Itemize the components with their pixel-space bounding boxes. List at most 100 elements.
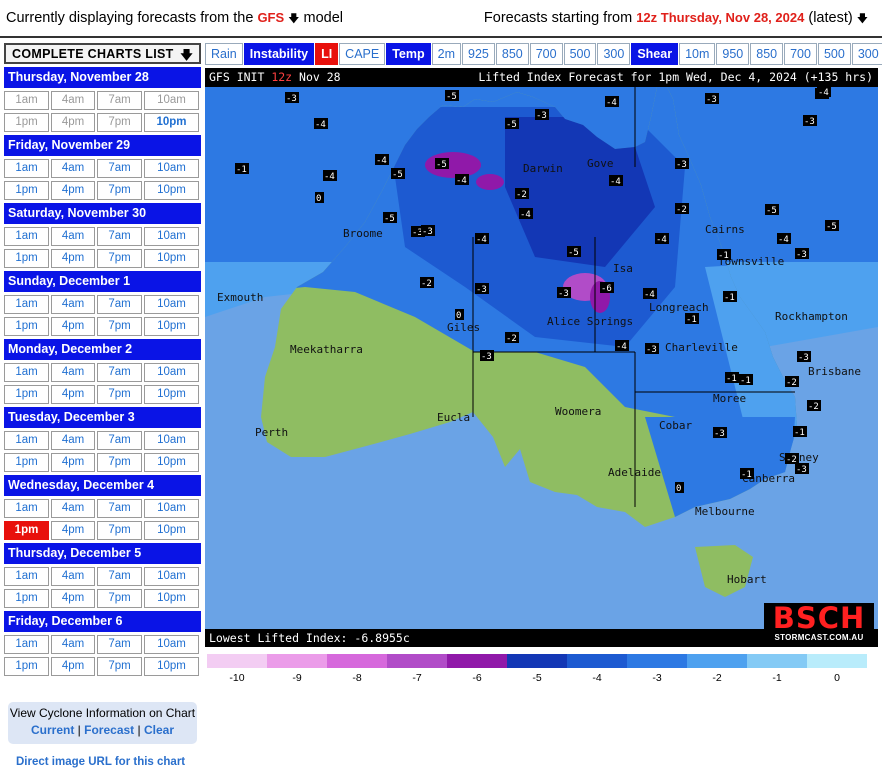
tab-rain[interactable]: Rain: [205, 43, 243, 65]
time-button-7am[interactable]: 7am: [97, 363, 142, 382]
time-button-4am[interactable]: 4am: [51, 499, 95, 518]
time-button-1am[interactable]: 1am: [4, 363, 49, 382]
time-button-10am[interactable]: 10am: [144, 635, 199, 654]
time-button-7am[interactable]: 7am: [97, 295, 142, 314]
time-button-7pm[interactable]: 7pm: [97, 181, 142, 200]
tab-850[interactable]: 850: [495, 43, 529, 65]
time-button-4am[interactable]: 4am: [51, 567, 95, 586]
time-button-7am[interactable]: 7am: [97, 227, 142, 246]
time-button-10pm[interactable]: 10pm: [144, 249, 199, 268]
time-button-4pm[interactable]: 4pm: [51, 113, 95, 132]
time-button-10am[interactable]: 10am: [144, 159, 199, 178]
time-button-7pm[interactable]: 7pm: [97, 385, 142, 404]
time-button-1am[interactable]: 1am: [4, 499, 49, 518]
li-value-label: -3: [796, 250, 807, 260]
time-button-4am[interactable]: 4am: [51, 363, 95, 382]
time-button-4am[interactable]: 4am: [51, 227, 95, 246]
time-button-10am[interactable]: 10am: [144, 363, 199, 382]
model-selector[interactable]: GFS: [257, 10, 284, 25]
time-button-7am[interactable]: 7am: [97, 91, 142, 110]
time-button-7am[interactable]: 7am: [97, 635, 142, 654]
time-button-10am[interactable]: 10am: [144, 431, 199, 450]
tab-500[interactable]: 500: [817, 43, 851, 65]
direct-image-url-link[interactable]: Direct image URL for this chart: [16, 756, 185, 768]
complete-charts-list-button[interactable]: COMPLETE CHARTS LIST 🡇: [4, 43, 201, 64]
time-button-10am[interactable]: 10am: [144, 91, 199, 110]
tab-700[interactable]: 700: [784, 43, 817, 65]
tab-cape[interactable]: CAPE: [339, 43, 386, 65]
time-button-1am[interactable]: 1am: [4, 635, 49, 654]
time-button-7am[interactable]: 7am: [97, 499, 142, 518]
time-button-4pm[interactable]: 4pm: [51, 657, 95, 676]
time-button-10am[interactable]: 10am: [144, 567, 199, 586]
time-button-10am[interactable]: 10am: [144, 227, 199, 246]
time-button-1pm[interactable]: 1pm: [4, 385, 49, 404]
time-button-10pm[interactable]: 10pm: [144, 521, 199, 540]
tab-temp[interactable]: Temp: [386, 43, 431, 65]
tab-500[interactable]: 500: [563, 43, 597, 65]
tab-925[interactable]: 925: [462, 43, 495, 65]
time-button-4pm[interactable]: 4pm: [51, 589, 95, 608]
time-button-1am[interactable]: 1am: [4, 567, 49, 586]
time-button-10pm[interactable]: 10pm: [144, 385, 199, 404]
tab-10m[interactable]: 10m: [679, 43, 716, 65]
tab-2m[interactable]: 2m: [431, 43, 462, 65]
cyclone-forecast-link[interactable]: Forecast: [84, 723, 134, 737]
time-button-4pm[interactable]: 4pm: [51, 453, 95, 472]
time-button-4pm[interactable]: 4pm: [51, 249, 95, 268]
time-button-4am[interactable]: 4am: [51, 159, 95, 178]
time-button-4pm[interactable]: 4pm: [51, 385, 95, 404]
time-button-1pm[interactable]: 1pm: [4, 657, 49, 676]
tab-shear[interactable]: Shear: [631, 43, 679, 65]
time-button-1pm[interactable]: 1pm: [4, 521, 49, 540]
time-button-7am[interactable]: 7am: [97, 431, 142, 450]
chevron-down-icon[interactable]: 🡇: [288, 10, 299, 29]
time-button-7pm[interactable]: 7pm: [97, 521, 142, 540]
tab-300[interactable]: 300: [851, 43, 882, 65]
time-button-10pm[interactable]: 10pm: [144, 657, 199, 676]
time-button-4am[interactable]: 4am: [51, 295, 95, 314]
time-button-7am[interactable]: 7am: [97, 567, 142, 586]
time-button-10am[interactable]: 10am: [144, 295, 199, 314]
time-button-7pm[interactable]: 7pm: [97, 249, 142, 268]
time-button-7pm[interactable]: 7pm: [97, 453, 142, 472]
time-button-4am[interactable]: 4am: [51, 431, 95, 450]
time-button-1am[interactable]: 1am: [4, 91, 49, 110]
time-button-1am[interactable]: 1am: [4, 227, 49, 246]
time-button-7am[interactable]: 7am: [97, 159, 142, 178]
time-button-1am[interactable]: 1am: [4, 431, 49, 450]
time-button-1pm[interactable]: 1pm: [4, 589, 49, 608]
time-button-1pm[interactable]: 1pm: [4, 249, 49, 268]
time-button-1am[interactable]: 1am: [4, 159, 49, 178]
time-button-10pm[interactable]: 10pm: [144, 317, 199, 336]
time-button-7pm[interactable]: 7pm: [97, 113, 142, 132]
tab-700[interactable]: 700: [529, 43, 563, 65]
run-selector[interactable]: 12z Thursday, Nov 28, 2024: [636, 10, 804, 25]
time-button-4pm[interactable]: 4pm: [51, 521, 95, 540]
time-button-4am[interactable]: 4am: [51, 635, 95, 654]
time-button-10am[interactable]: 10am: [144, 499, 199, 518]
tab-instability[interactable]: Instability: [243, 43, 315, 65]
tab-li[interactable]: LI: [315, 43, 339, 65]
time-button-7pm[interactable]: 7pm: [97, 657, 142, 676]
time-button-1pm[interactable]: 1pm: [4, 181, 49, 200]
cyclone-clear-link[interactable]: Clear: [144, 723, 174, 737]
time-button-4pm[interactable]: 4pm: [51, 317, 95, 336]
time-button-10pm[interactable]: 10pm: [144, 589, 199, 608]
time-button-7pm[interactable]: 7pm: [97, 317, 142, 336]
time-button-1pm[interactable]: 1pm: [4, 453, 49, 472]
time-button-1am[interactable]: 1am: [4, 295, 49, 314]
time-button-1pm[interactable]: 1pm: [4, 317, 49, 336]
tab-950[interactable]: 950: [716, 43, 750, 65]
time-button-1pm[interactable]: 1pm: [4, 113, 49, 132]
tab-850[interactable]: 850: [750, 43, 784, 65]
time-button-7pm[interactable]: 7pm: [97, 589, 142, 608]
chevron-down-icon[interactable]: 🡇: [857, 10, 868, 29]
tab-300[interactable]: 300: [597, 43, 631, 65]
time-button-10pm[interactable]: 10pm: [144, 113, 199, 132]
time-button-4am[interactable]: 4am: [51, 91, 95, 110]
time-button-4pm[interactable]: 4pm: [51, 181, 95, 200]
cyclone-current-link[interactable]: Current: [31, 723, 74, 737]
time-button-10pm[interactable]: 10pm: [144, 181, 199, 200]
time-button-10pm[interactable]: 10pm: [144, 453, 199, 472]
